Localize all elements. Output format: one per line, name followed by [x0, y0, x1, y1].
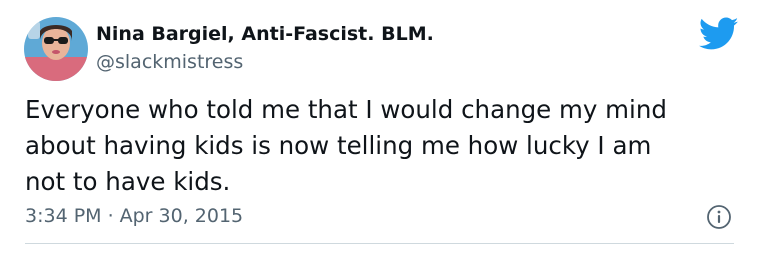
twitter-bird-icon[interactable] [698, 17, 739, 51]
tweet-timestamp[interactable]: 3:34 PM · Apr 30, 2015 [25, 205, 243, 227]
author-name[interactable]: Nina Bargiel, Anti-Fascist. BLM. [96, 23, 434, 45]
tweet-text-line: about having kids is now telling me how … [25, 131, 652, 160]
tweet-card: Nina Bargiel, Anti-Fascist. BLM. @slackm… [0, 0, 758, 253]
tweet-date: Apr 30, 2015 [119, 205, 244, 227]
divider [25, 243, 734, 244]
meta-separator: · [107, 205, 114, 227]
avatar-image [24, 17, 88, 81]
tweet-time: 3:34 PM [25, 205, 102, 227]
info-icon[interactable] [706, 204, 732, 230]
tweet-text: Everyone who told me that I would change… [25, 92, 725, 200]
author-handle[interactable]: @slackmistress [96, 51, 243, 73]
avatar[interactable] [24, 17, 88, 81]
tweet-text-line: Everyone who told me that I would change… [25, 95, 667, 124]
tweet-text-line: not to have kids. [25, 167, 231, 196]
